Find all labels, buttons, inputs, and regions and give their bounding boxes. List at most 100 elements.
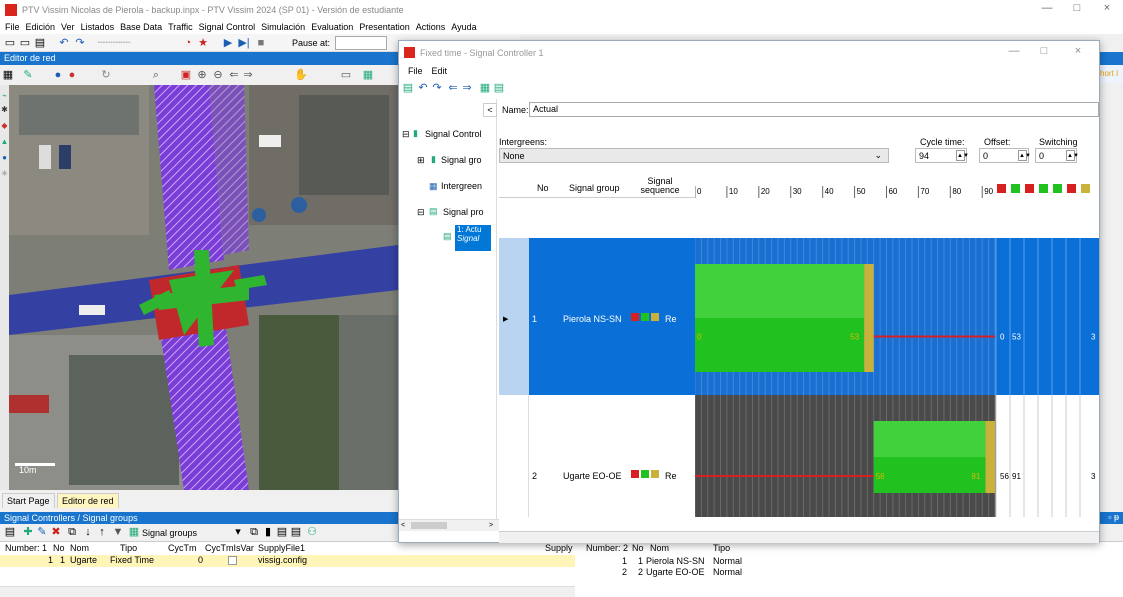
sort-desc-icon[interactable]: ↑ (96, 526, 108, 538)
undo-icon[interactable]: ↶ (58, 37, 70, 49)
dialog-redo-icon[interactable]: ↷ (431, 82, 443, 94)
tree-root-expander[interactable]: ⊟ (402, 129, 410, 140)
table-row[interactable]: 1 1 Pierola NS-SN Normal (580, 556, 780, 567)
switching-time-stepper[interactable]: 0 ▲▼ (1035, 148, 1079, 163)
cyctmisvar-checkbox[interactable] (228, 556, 237, 565)
header-signal-group[interactable]: Signal group (569, 183, 620, 193)
menu-edicion[interactable]: Edición (26, 22, 56, 32)
intergreens-select[interactable]: None ⌄ (499, 148, 889, 163)
people-icon[interactable]: ⚇ (306, 526, 318, 538)
new-file-icon[interactable]: ▭ (4, 37, 16, 49)
speed-slider[interactable]: ┈┈┈┈┈ (92, 37, 136, 49)
dialog-menu-file[interactable]: File (408, 66, 423, 76)
col-supply[interactable]: Supply (545, 542, 573, 555)
tree-groups-expander[interactable]: ⊞ (417, 155, 425, 166)
pause-at-input[interactable] (335, 36, 387, 50)
zoom-in-icon[interactable]: ⊕ (196, 69, 208, 81)
col-cyctmisvar[interactable]: CycTmIsVar (205, 542, 254, 555)
forward-icon[interactable]: ⇒ (242, 69, 254, 81)
col-tipo[interactable]: Tipo (120, 542, 137, 555)
menu-traffic[interactable]: Traffic (168, 22, 193, 32)
dialog-undo-icon[interactable]: ↶ (417, 82, 429, 94)
node-icon[interactable]: ✳ (0, 169, 9, 178)
scroll-left-icon[interactable]: < (401, 522, 405, 529)
table-row[interactable]: 1 1 Ugarte Fixed Time 0 vissig.config (0, 555, 575, 567)
menu-listados[interactable]: Listados (81, 22, 115, 32)
col-cyctm[interactable]: CycTm (168, 542, 197, 555)
screenshot-icon[interactable]: ▭ (340, 69, 352, 81)
timeline-row-2[interactable]: 56 91 56 91 3 (695, 395, 1099, 517)
vehicle-input-icon[interactable]: ✱ (0, 105, 9, 114)
copy-icon[interactable]: ⧉ (248, 526, 260, 538)
zoom-extent-icon[interactable]: ▣ (180, 69, 192, 81)
menu-actions[interactable]: Actions (416, 22, 446, 32)
bookmark-icon[interactable]: ▮ (262, 526, 274, 538)
maximize-button[interactable]: □ (1062, 2, 1092, 18)
back-icon[interactable]: ⇐ (228, 69, 240, 81)
col-no-2[interactable]: No (632, 542, 644, 555)
add-icon[interactable]: ✚ (22, 526, 34, 538)
signal-head-icon[interactable]: ▲ (0, 137, 9, 146)
panel-pin-icon[interactable]: ▫ ᵽ (1108, 512, 1119, 522)
row-selector[interactable] (499, 395, 529, 517)
dialog-close-button[interactable]: × (1063, 45, 1093, 60)
tree-programs-expander[interactable]: ⊟ (417, 207, 425, 218)
open-file-icon[interactable]: ▭ (19, 37, 31, 49)
minimize-button[interactable]: — (1032, 2, 1062, 18)
menu-ver[interactable]: Ver (61, 22, 75, 32)
edit-icon[interactable]: ✎ (22, 69, 34, 81)
dialog-minimize-button[interactable]: — (999, 45, 1029, 60)
vehicles-icon[interactable]: ▦ (362, 69, 374, 81)
scroll-thumb[interactable] (411, 522, 447, 529)
layers-icon[interactable]: ▦ (2, 69, 14, 81)
duplicate-icon[interactable]: ⧉ (66, 526, 78, 538)
favorite-icon[interactable]: ★ (197, 37, 209, 49)
edit-icon-2[interactable]: ✎ (36, 526, 48, 538)
timeline-header[interactable]: 0 10 20 30 40 50 60 70 80 90 (695, 172, 1099, 198)
tab-network-editor[interactable]: Editor de red (57, 493, 119, 508)
header-no[interactable]: No (537, 183, 549, 193)
col-number[interactable]: Number: 1 (5, 542, 47, 555)
delete-icon[interactable]: ✖ (50, 526, 62, 538)
table-row[interactable]: 2 2 Ugarte EO-OE Normal (580, 567, 780, 578)
dialog-signals-icon[interactable]: ▤ (493, 82, 505, 94)
menu-simulacion[interactable]: Simulación (261, 22, 305, 32)
stop-at-icon[interactable]: ◔ (182, 37, 194, 49)
menu-signal-control[interactable]: Signal Control (199, 22, 256, 32)
play-icon[interactable]: ▶ (222, 37, 234, 49)
detector-icon[interactable]: ● (0, 153, 9, 162)
import-icon[interactable]: ▤ (290, 526, 302, 538)
link-icon[interactable]: ⌁ (0, 91, 9, 100)
route-icon[interactable]: ◆ (0, 121, 9, 130)
dialog-save-icon[interactable]: ▤ (402, 82, 414, 94)
sort-asc-icon[interactable]: ↓ (82, 526, 94, 538)
col-supplyfile1[interactable]: SupplyFile1 (258, 542, 305, 555)
menu-evaluation[interactable]: Evaluation (311, 22, 353, 32)
offset-stepper[interactable]: 0 ▲▼ (979, 148, 1031, 163)
tree-collapse-button[interactable]: < (483, 103, 497, 117)
tree-item-intergreens[interactable]: Intergreen (441, 181, 482, 191)
pin-icon[interactable]: ● (66, 69, 78, 81)
signal-groups-dropdown[interactable]: Signal groups (142, 528, 197, 538)
col-number-2[interactable]: Number: 2 (586, 542, 628, 555)
menu-presentation[interactable]: Presentation (359, 22, 410, 32)
zoom-out-icon[interactable]: ⊖ (212, 69, 224, 81)
dialog-maximize-button[interactable]: □ (1029, 45, 1059, 60)
dialog-view-icon[interactable]: ▦ (479, 82, 491, 94)
list1-hscrollbar[interactable] (0, 586, 575, 597)
filter-icon[interactable]: ▼ (112, 526, 124, 538)
spinner-arrows-icon[interactable]: ▲▼ (1018, 150, 1031, 161)
scroll-right-icon[interactable]: > (489, 522, 493, 529)
redo-icon[interactable]: ↷ (74, 37, 86, 49)
signal-group-row-2[interactable]: 2 Ugarte EO-OE Re 56 91 56 91 3 (499, 395, 1099, 517)
col-nom-2[interactable]: Nom (650, 542, 669, 555)
signal-groups-icon[interactable]: ▦ (128, 526, 140, 538)
timeline-row-1[interactable]: 0 53 0 53 3 (695, 238, 1099, 395)
signal-group-row-1[interactable]: ▶ 1 Pierola NS-SN Re 0 53 0 53 3 (499, 238, 1099, 395)
col-nom[interactable]: Nom (70, 542, 89, 555)
menu-file[interactable]: File (5, 22, 20, 32)
step-icon[interactable]: ▶| (238, 37, 250, 49)
tree-item-signal-programs[interactable]: Signal pro (443, 207, 484, 217)
col-no[interactable]: No (53, 542, 65, 555)
dialog-back-icon[interactable]: ⇐ (447, 82, 459, 94)
